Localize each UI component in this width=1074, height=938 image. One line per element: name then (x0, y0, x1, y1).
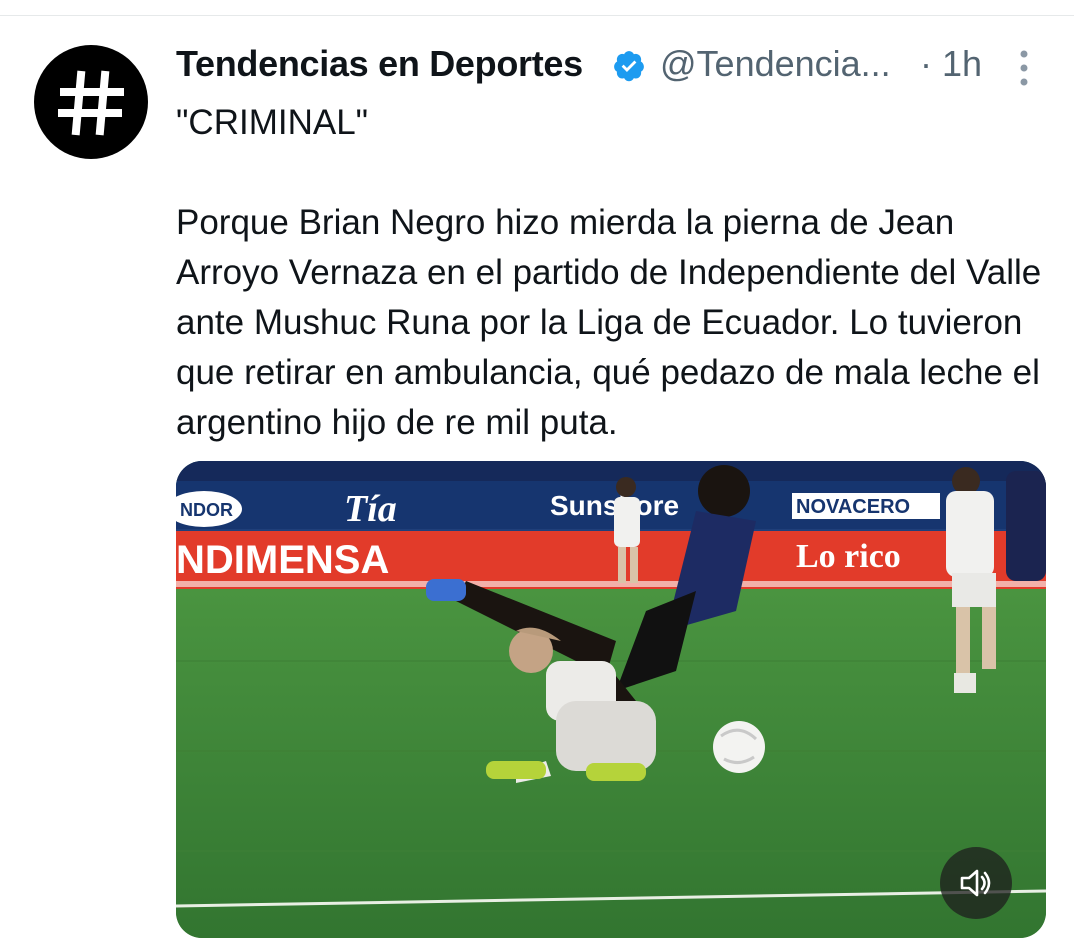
verified-badge-icon (614, 51, 644, 82)
video-player[interactable]: NDOR Tía Sunshore NOVACERO NDIMENSA Lo r… (176, 461, 1046, 938)
tweet-body: "CRIMINAL" Porque Brian Negro hizo mierd… (176, 98, 1046, 448)
board-lorico: Lo rico (796, 538, 901, 575)
tweet-timestamp[interactable]: · 1h (920, 43, 982, 85)
mute-button[interactable] (940, 847, 1012, 919)
video-frame: NDOR Tía Sunshore NOVACERO NDIMENSA Lo r… (176, 461, 1046, 938)
speaker-icon (960, 869, 991, 897)
tweet-text-paragraph: Porque Brian Negro hizo mierda la pierna… (176, 203, 1051, 442)
board-tia: Tía (344, 488, 397, 530)
board-ndor: NDOR (180, 500, 233, 520)
hashtag-icon (58, 70, 124, 136)
board-novacero: NOVACERO (796, 496, 910, 518)
board-ndimensa: NDIMENSA (176, 538, 389, 582)
tweet-header: Tendencias en Deportes @Tendencia... · 1… (176, 40, 1056, 90)
author-avatar[interactable] (34, 45, 148, 159)
top-divider (0, 15, 1074, 16)
ball (713, 721, 765, 773)
author-handle[interactable]: @Tendencia... (660, 43, 891, 85)
more-options-icon[interactable] (1012, 46, 1036, 90)
tweet-text-line: "CRIMINAL" (176, 103, 369, 142)
author-display-name[interactable]: Tendencias en Deportes (176, 43, 583, 85)
